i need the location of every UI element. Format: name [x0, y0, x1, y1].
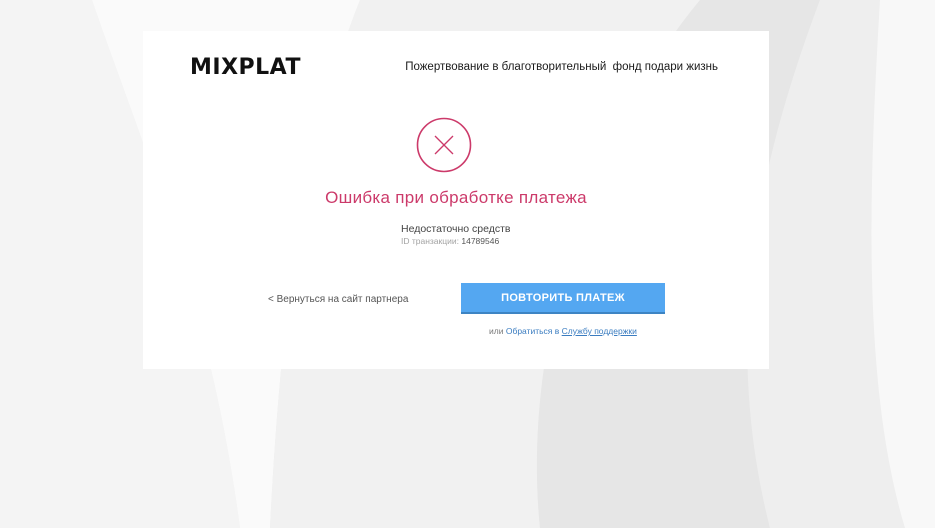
close-icon [416, 117, 472, 173]
transaction-id-label: ID транзакции: [401, 236, 459, 246]
retry-payment-button[interactable]: ПОВТОРИТЬ ПЛАТЕЖ [461, 283, 665, 314]
donation-description: Пожертвование в благотворительный фонд п… [405, 61, 718, 73]
support-service-link[interactable]: Службу поддержки [562, 326, 637, 336]
support-prefix: или [489, 326, 504, 336]
transaction-id-line: ID транзакции: 14789546 [401, 235, 499, 247]
mixplat-logo: MIXPLAT [190, 55, 302, 80]
transaction-id-value: 14789546 [461, 236, 500, 246]
support-line: или Обратиться в Службу поддержки [489, 325, 637, 337]
back-to-partner-link[interactable]: < Вернуться на сайт партнера [268, 293, 408, 307]
error-title: Ошибка при обработке платежа [325, 188, 587, 207]
payment-result-card: MIXPLAT Пожертвование в благотворительны… [143, 31, 769, 369]
support-text: Обратиться в [505, 326, 560, 336]
